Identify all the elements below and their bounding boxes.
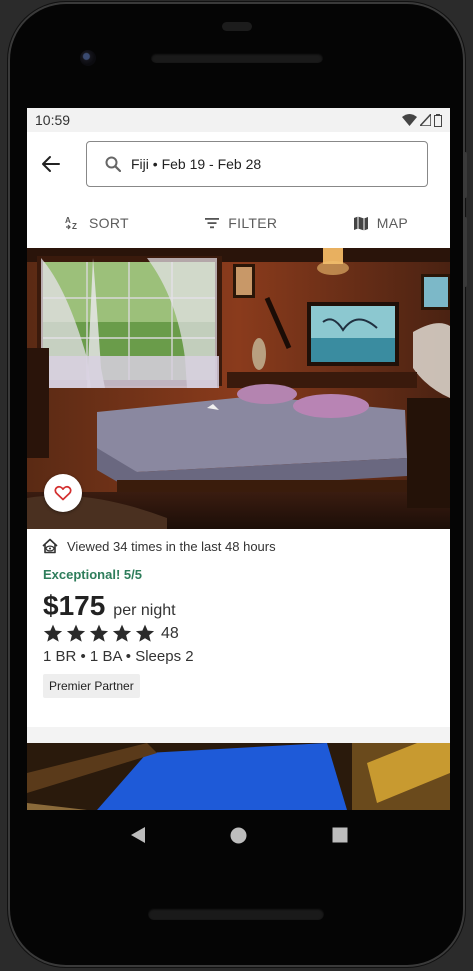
viewed-text: Viewed 34 times in the last 48 hours xyxy=(67,538,276,554)
map-label: MAP xyxy=(376,215,408,231)
review-count: 48 xyxy=(161,624,179,642)
search-header: Fiji • Feb 19 - Feb 28 xyxy=(27,132,450,198)
sort-az-icon: A Z xyxy=(65,216,77,230)
next-listing-photo[interactable] xyxy=(27,743,450,810)
status-icons xyxy=(402,113,442,127)
price-value: $175 xyxy=(43,590,106,621)
app-screen: 10:59 Fiji • Feb 19 - Feb 28 A Z SORT FI… xyxy=(27,108,450,810)
map-button[interactable]: MAP xyxy=(353,215,408,231)
search-input[interactable]: Fiji • Feb 19 - Feb 28 xyxy=(86,141,428,187)
phone-volume-button xyxy=(463,152,467,198)
favorite-button[interactable] xyxy=(44,474,82,512)
sort-button[interactable]: A Z SORT xyxy=(65,215,129,231)
battery-icon xyxy=(434,113,442,127)
triangle-back-icon xyxy=(130,827,145,843)
viewed-info: Viewed 34 times in the last 48 hours xyxy=(41,529,434,563)
search-query: Fiji • Feb 19 - Feb 28 xyxy=(131,156,262,172)
next-listing-image xyxy=(27,743,450,810)
arrow-left-icon[interactable] xyxy=(39,152,63,176)
sort-label: SORT xyxy=(89,215,129,231)
filter-icon xyxy=(205,218,220,229)
rating-label: Exceptional! 5/5 xyxy=(43,567,142,582)
listing-photo[interactable] xyxy=(27,248,450,529)
cell-signal-icon xyxy=(420,114,431,126)
listing-details[interactable]: Viewed 34 times in the last 48 hours Exc… xyxy=(27,529,450,698)
search-icon xyxy=(105,156,121,172)
star-rating: 48 xyxy=(43,624,434,643)
heart-outline-icon xyxy=(54,485,72,501)
results-toolbar: A Z SORT FILTER MAP xyxy=(27,198,450,248)
circle-home-icon xyxy=(230,827,247,843)
star-icon xyxy=(112,624,132,642)
star-icon xyxy=(66,624,86,642)
nav-recents-button[interactable] xyxy=(330,825,350,845)
house-eye-icon xyxy=(42,538,58,554)
stars-container xyxy=(43,624,155,643)
partner-badge: Premier Partner xyxy=(43,674,140,698)
nav-back-button[interactable] xyxy=(128,825,148,845)
star-icon xyxy=(89,624,109,642)
map-icon xyxy=(353,216,368,230)
svg-text:A: A xyxy=(65,216,71,225)
star-icon xyxy=(43,624,63,642)
wifi-icon xyxy=(402,114,417,126)
bedroom-photo xyxy=(27,248,450,529)
phone-speaker-top xyxy=(151,53,323,63)
filter-label: FILTER xyxy=(228,215,278,231)
front-camera xyxy=(80,50,96,66)
svg-text:Z: Z xyxy=(72,222,77,230)
status-time: 10:59 xyxy=(35,112,71,128)
phone-sensor xyxy=(222,22,252,31)
status-bar: 10:59 xyxy=(27,108,450,132)
star-icon xyxy=(135,624,155,642)
square-recents-icon xyxy=(332,827,347,843)
filter-button[interactable]: FILTER xyxy=(204,215,277,231)
android-nav-bar xyxy=(27,810,450,860)
price-unit: per night xyxy=(113,602,176,619)
phone-power-button xyxy=(463,217,467,287)
listing-separator xyxy=(27,727,450,743)
nav-home-button[interactable] xyxy=(229,825,249,845)
phone-speaker-bottom xyxy=(148,908,324,920)
price-row: $175 per night xyxy=(43,590,434,622)
room-specs: 1 BR • 1 BA • Sleeps 2 xyxy=(43,648,194,665)
